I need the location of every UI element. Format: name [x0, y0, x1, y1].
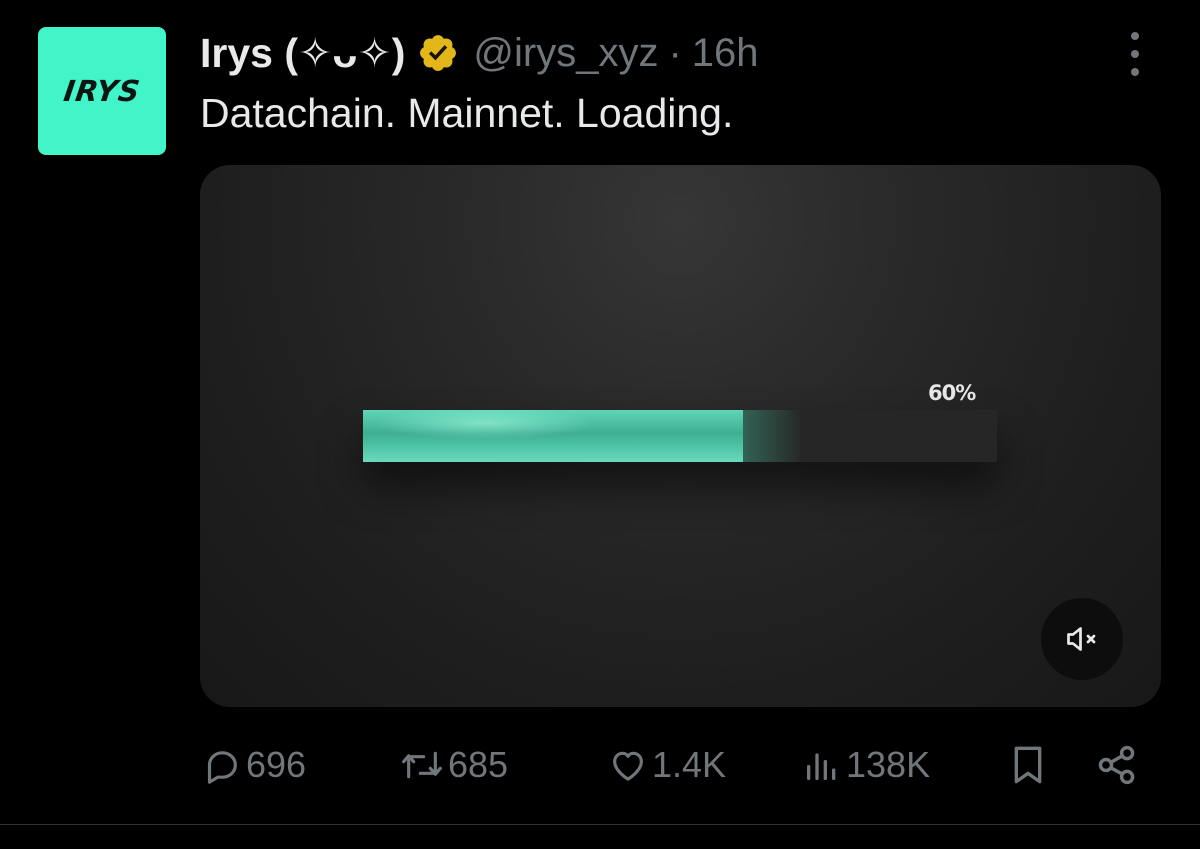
- reply-bubble-icon: [207, 751, 237, 784]
- avatar-logo-text: IRYS: [61, 74, 143, 108]
- share-button[interactable]: [1095, 740, 1139, 790]
- display-name[interactable]: Irys (✧ᴗ✧): [200, 29, 405, 77]
- separator-dot: ·: [668, 30, 682, 75]
- repost-count: 685: [448, 744, 509, 785]
- views-button[interactable]: 138K: [802, 740, 930, 790]
- video-player[interactable]: 60%: [200, 165, 1161, 707]
- timestamp[interactable]: 16h: [692, 31, 759, 76]
- share-icon: [1098, 745, 1135, 785]
- bookmark-icon: [1014, 746, 1042, 784]
- more-dot: [1131, 32, 1139, 40]
- gold-verified-badge-icon[interactable]: [417, 32, 459, 74]
- reply-button[interactable]: 696: [202, 740, 306, 790]
- views-count: 138K: [846, 744, 931, 785]
- more-dot: [1131, 50, 1139, 58]
- tweet-header: Irys (✧ᴗ✧) @irys_xyz · 16h: [200, 26, 759, 80]
- mute-toggle-button[interactable]: [1041, 598, 1123, 680]
- repost-button[interactable]: 685: [400, 740, 508, 790]
- like-count: 1.4K: [652, 744, 727, 785]
- views-chart-icon: [807, 753, 836, 780]
- more-options-icon[interactable]: [1118, 32, 1152, 76]
- more-dot: [1131, 68, 1139, 76]
- tweet-actions-bar: 696 685 1.4K 138K: [200, 740, 1150, 790]
- reply-count: 696: [246, 744, 307, 785]
- progress-percent-label: 60%: [928, 381, 976, 405]
- heart-icon: [613, 751, 643, 781]
- repost-icon: [402, 751, 442, 779]
- progress-bar-fill: [363, 410, 804, 462]
- speaker-muted-icon: [1067, 627, 1096, 651]
- bookmark-button[interactable]: [1008, 740, 1048, 790]
- divider: [0, 824, 1200, 825]
- like-button[interactable]: 1.4K: [608, 740, 726, 790]
- loading-progress-bar: [363, 410, 997, 462]
- avatar[interactable]: IRYS: [38, 27, 166, 155]
- user-handle[interactable]: @irys_xyz: [473, 31, 658, 76]
- tweet-text: Datachain. Mainnet. Loading.: [200, 90, 734, 136]
